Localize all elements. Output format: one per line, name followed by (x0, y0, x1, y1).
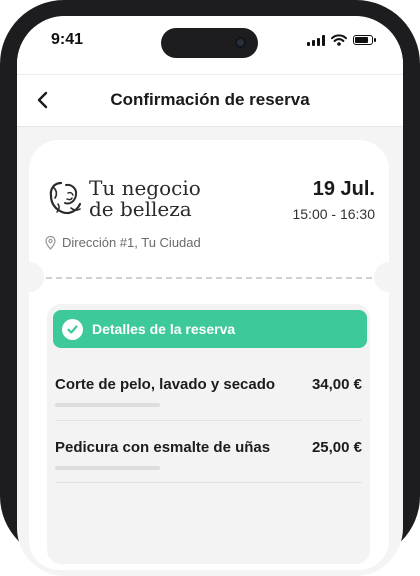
battery-icon (353, 35, 376, 45)
page-title: Confirmación de reserva (110, 90, 310, 109)
address-row: Dirección #1, Tu Ciudad (45, 235, 201, 250)
screen: 9:41 Confirmación de reserva Tu negocio … (17, 16, 403, 576)
business-name-line1: Tu negocio (89, 176, 201, 200)
ticket-perforation (46, 277, 372, 279)
status-icons (307, 34, 376, 46)
business-name-line2: de belleza (89, 197, 192, 221)
service-subtext-placeholder (55, 403, 160, 407)
location-pin-icon (45, 235, 56, 250)
check-icon (67, 324, 78, 334)
ticket-notch-right (374, 262, 403, 292)
nav-bar: Confirmación de reserva (17, 74, 403, 127)
details-title: Detalles de la reserva (92, 321, 236, 337)
wifi-icon (331, 34, 347, 46)
service-price: 25,00 € (311, 439, 362, 456)
signal-icon (307, 34, 325, 46)
service-price: 34,00 € (311, 376, 362, 393)
status-time: 9:41 (51, 31, 84, 48)
service-row: Pedicura con esmalte de uñas 25,00 € (55, 420, 362, 483)
check-circle (62, 318, 83, 340)
service-row (55, 482, 362, 545)
ticket-notch-left (17, 262, 44, 292)
booking-date: 19 Jul. (312, 178, 375, 200)
service-subtext-placeholder (55, 466, 160, 470)
details-header: Detalles de la reserva (53, 310, 367, 348)
service-name: Corte de pelo, lavado y secado (55, 376, 276, 393)
phone-frame: 9:41 Confirmación de reserva Tu negocio … (0, 0, 420, 576)
service-name: Pedicura con esmalte de uñas (55, 439, 271, 456)
camera-icon (235, 37, 246, 48)
dynamic-island (161, 28, 258, 58)
booking-details-panel: Detalles de la reserva Corte de pelo, la… (47, 304, 370, 564)
woman-face-logo-icon (49, 181, 82, 215)
booking-time-range: 15:00 - 16:30 (292, 206, 375, 222)
service-row: Corte de pelo, lavado y secado 34,00 € (55, 358, 362, 420)
booking-ticket: Tu negocio de belleza 19 Jul. 15:00 - 16… (17, 140, 403, 570)
business-name: Tu negocio de belleza (89, 178, 201, 220)
address-text: Dirección #1, Tu Ciudad (62, 235, 201, 250)
status-bar: 9:41 (17, 16, 403, 74)
